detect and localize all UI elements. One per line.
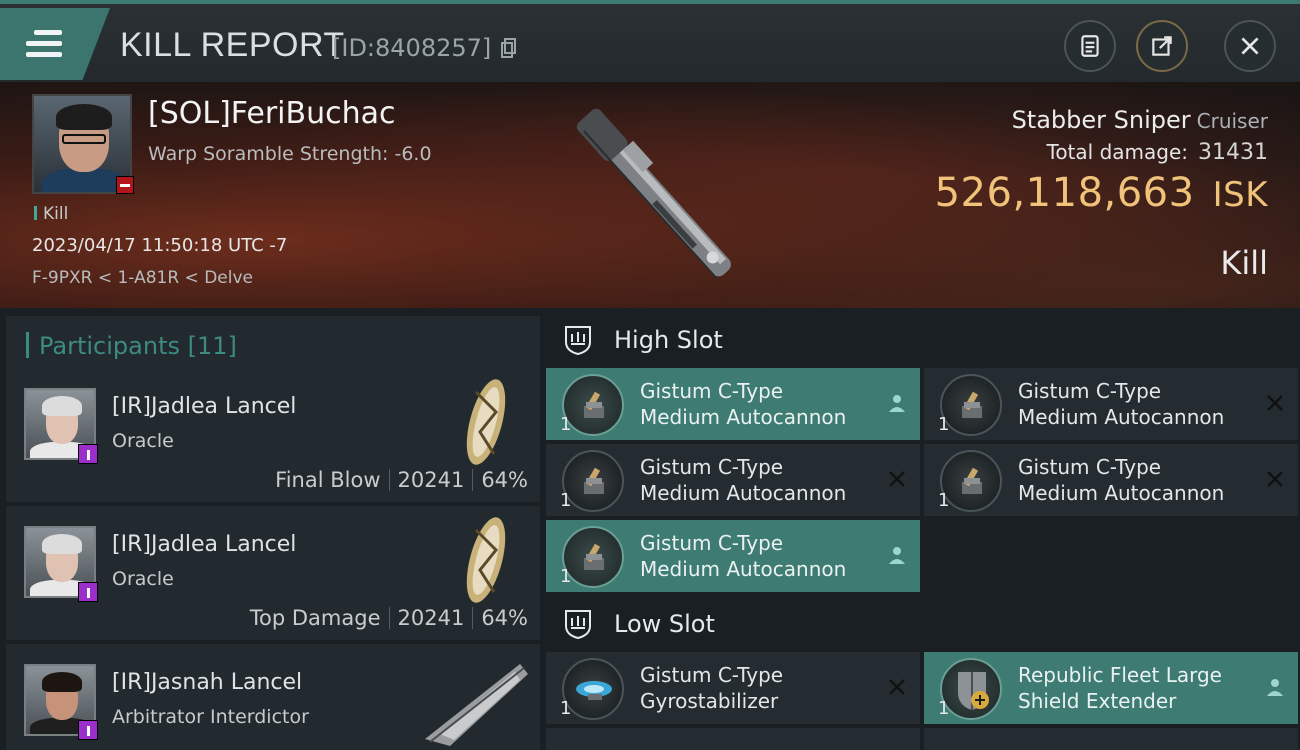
module-name: Gistum C-Type Gyrostabilizer: [640, 663, 784, 713]
victim-ship-image[interactable]: [540, 85, 770, 305]
kill-report-screen: KILL REPORT [ID:8408257] [SOL]FeriBuchac…: [0, 0, 1300, 750]
isk-unit: ISK: [1212, 175, 1268, 215]
corp-badge-icon: [78, 444, 98, 464]
copy-icon[interactable]: [500, 38, 517, 58]
clipboard-icon: [1081, 35, 1099, 57]
participants-panel: Participants [11] [IR]Jadlea Lancel Orac…: [0, 308, 540, 750]
victim-ship-class: Cruiser: [1196, 109, 1268, 133]
corp-badge-icon: [78, 720, 98, 740]
module-name: Gistum C-Type Medium Autocannon: [1018, 455, 1225, 505]
victim-ship[interactable]: Stabber Sniper Cruiser: [1012, 106, 1268, 134]
high-slot-header: High Slot: [562, 324, 723, 356]
low-slot-header: Low Slot: [562, 608, 715, 640]
module-quantity: 1: [560, 698, 572, 719]
module-quantity: 1: [560, 414, 572, 435]
warp-scramble-strength: Warp Soramble Strength: -6.0: [148, 143, 432, 165]
menu-button[interactable]: [0, 8, 110, 80]
pilot-icon: [1267, 679, 1283, 696]
hostile-badge-icon: [116, 176, 134, 194]
module-slot[interactable]: 1 Republic Fleet Large Shield Extender: [924, 652, 1298, 724]
share-button[interactable]: [1136, 20, 1188, 72]
participant-role: Final Blow: [275, 468, 381, 492]
menu-icon: [26, 30, 62, 60]
oracle-ship-icon: [466, 379, 506, 465]
participant-row[interactable]: [IR]Jasnah Lancel Arbitrator Interdictor: [6, 644, 540, 750]
pilot-icon: [889, 395, 905, 412]
arbitrator-ship-icon: [425, 664, 528, 746]
high-slot-label: High Slot: [614, 326, 723, 354]
module-quantity: 1: [938, 698, 950, 719]
module-slot[interactable]: 1 Gistum C-Type Gyrostabilizer: [546, 652, 920, 724]
corp-badge-icon: [78, 582, 98, 602]
isk-amount: 526,118,663: [934, 170, 1195, 216]
module-name: Gistum C-Type Medium Autocannon: [640, 531, 847, 581]
high-slot-icon: [565, 326, 591, 356]
low-slot-label: Low Slot: [614, 610, 715, 638]
module-slot[interactable]: 1 Gistum C-Type Medium Autocannon: [546, 368, 920, 440]
module-slot-partial[interactable]: [546, 728, 920, 750]
participant-name: [IR]Jadlea Lancel: [112, 394, 297, 419]
clipboard-button[interactable]: [1064, 20, 1116, 72]
total-damage-label: Total damage:: [1046, 140, 1189, 164]
module-slot[interactable]: 1 Gistum C-Type Medium Autocannon: [546, 444, 920, 516]
isk-value: 526,118,663 ISK: [935, 170, 1268, 216]
oracle-ship-icon: [466, 517, 506, 603]
module-slot-partial[interactable]: [924, 728, 1298, 750]
module-quantity: 1: [938, 414, 950, 435]
destroyed-icon: [889, 679, 905, 695]
module-name: Gistum C-Type Medium Autocannon: [640, 379, 847, 429]
report-id[interactable]: [ID:8408257]: [332, 34, 517, 62]
participants-header[interactable]: Participants [11]: [6, 316, 540, 374]
participant-ship: Arbitrator Interdictor: [112, 706, 309, 728]
module-quantity: 1: [560, 566, 572, 587]
total-damage: Total damage: 31431: [1047, 140, 1269, 165]
page-title: KILL REPORT: [120, 26, 345, 64]
destroyed-icon: [1267, 395, 1283, 411]
participants-label: Participants [11]: [26, 332, 237, 360]
module-slot[interactable]: 1 Gistum C-Type Medium Autocannon: [546, 520, 920, 592]
participant-row[interactable]: [IR]Jadlea Lancel Oracle Top Damage 20241…: [6, 506, 540, 640]
participant-name: [IR]Jadlea Lancel: [112, 532, 297, 557]
report-id-text: [ID:8408257]: [332, 34, 492, 62]
low-slot-icon: [565, 610, 591, 640]
module-name: Gistum C-Type Medium Autocannon: [640, 455, 847, 505]
kill-location[interactable]: F-9PXR < 1-A81R < Delve: [32, 268, 253, 288]
destroyed-icon: [889, 471, 905, 487]
close-icon: [1241, 37, 1259, 55]
result-label: Kill: [1220, 244, 1268, 282]
share-icon: [1152, 36, 1172, 56]
module-quantity: 1: [938, 490, 950, 511]
participant-ship: Oracle: [112, 430, 174, 452]
victim-ship-name: Stabber Sniper: [1011, 106, 1191, 134]
participant-role: Top Damage: [249, 606, 381, 630]
module-slot[interactable]: 1 Gistum C-Type Medium Autocannon: [924, 444, 1298, 516]
module-name: Republic Fleet Large Shield Extender: [1018, 663, 1222, 713]
fitting-panel: High Slot 1 Gistum C-Type Medium Autocann…: [540, 308, 1300, 750]
participant-ship: Oracle: [112, 568, 174, 590]
total-damage-value: 31431: [1198, 140, 1268, 165]
module-quantity: 1: [560, 490, 572, 511]
pilot-icon: [889, 547, 905, 564]
victim-name[interactable]: [SOL]FeriBuchac: [148, 96, 396, 131]
kill-datetime: 2023/04/17 11:50:18 UTC -7: [32, 235, 288, 256]
module-slot[interactable]: 1 Gistum C-Type Medium Autocannon: [924, 368, 1298, 440]
close-button[interactable]: [1224, 20, 1276, 72]
header-bar: KILL REPORT [ID:8408257]: [0, 0, 1300, 82]
kill-tag: Kill: [34, 204, 68, 224]
participant-name: [IR]Jasnah Lancel: [112, 670, 303, 695]
participant-row[interactable]: [IR]Jadlea Lancel Oracle Final Blow 20241…: [6, 368, 540, 502]
destroyed-icon: [1267, 471, 1283, 487]
module-name: Gistum C-Type Medium Autocannon: [1018, 379, 1225, 429]
